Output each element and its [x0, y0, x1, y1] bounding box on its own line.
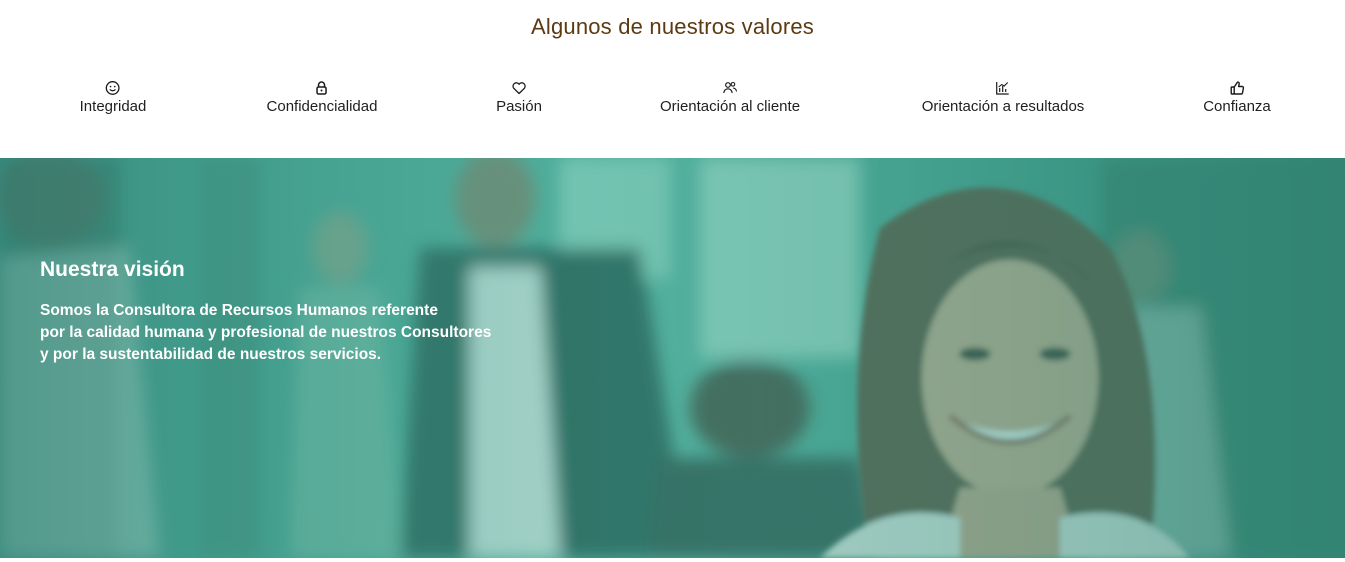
value-item-orientacion-cliente: Orientación al cliente [660, 80, 800, 115]
smile-icon [105, 80, 121, 96]
lock-icon [314, 80, 330, 96]
vision-line: por la calidad humana y profesional de n… [40, 324, 492, 341]
value-label: Integridad [79, 98, 147, 115]
users-icon [722, 80, 738, 96]
vision-line: Somos la Consultora de Recursos Humanos … [40, 302, 438, 319]
value-label: Confidencialidad [266, 98, 378, 115]
values-section: Algunos de nuestros valores Integridad C… [0, 0, 1345, 158]
vision-text-block: Nuestra visión Somos la Consultora de Re… [40, 258, 600, 366]
vision-line: y por la sustentabilidad de nuestros ser… [40, 346, 382, 363]
chart-icon [995, 80, 1011, 96]
values-title: Algunos de nuestros valores [530, 14, 814, 39]
value-item-confianza: Confianza [1203, 80, 1271, 115]
value-label: Pasión [496, 98, 542, 115]
value-item-orientacion-resultados: Orientación a resultados [921, 80, 1085, 115]
heart-icon [511, 80, 527, 96]
vision-heading: Nuestra visión [40, 258, 185, 281]
vision-hero: Nuestra visión Somos la Consultora de Re… [0, 158, 1345, 558]
value-item-pasion: Pasión [496, 80, 542, 115]
vision-body: Somos la Consultora de Recursos Humanos … [40, 300, 600, 366]
value-label: Confianza [1203, 98, 1271, 115]
value-label: Orientación a resultados [921, 98, 1085, 115]
value-item-integridad: Integridad [79, 80, 147, 115]
value-label: Orientación al cliente [659, 98, 801, 115]
value-item-confidencialidad: Confidencialidad [266, 80, 378, 115]
thumbs-up-icon [1229, 80, 1245, 96]
